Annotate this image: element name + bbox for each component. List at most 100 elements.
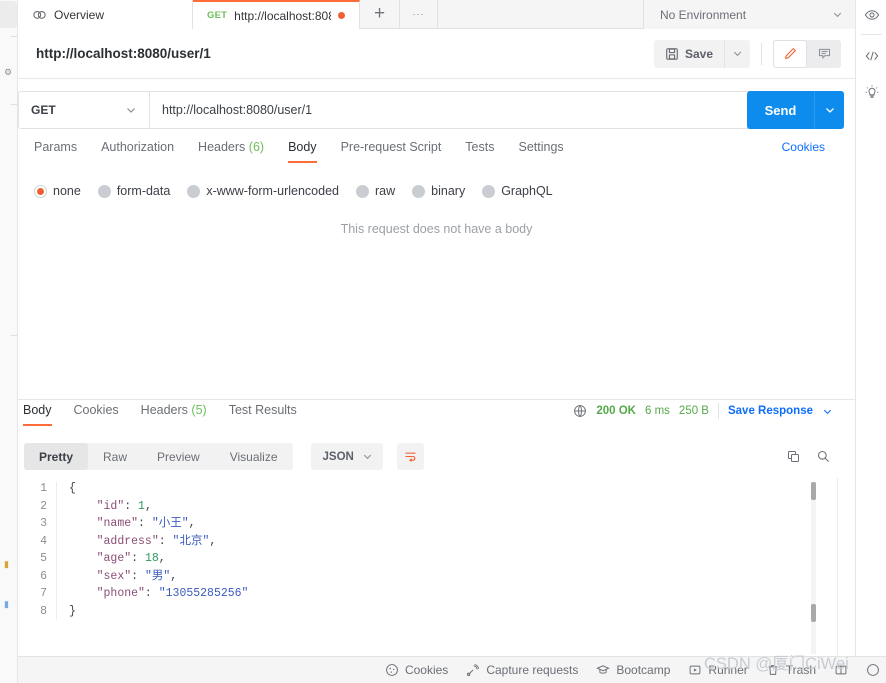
send-options-button[interactable]	[814, 91, 844, 129]
tab-request-label: http://localhost:8080/u	[234, 8, 331, 23]
response-tab-test-results[interactable]: Test Results	[218, 403, 308, 426]
save-group: Save	[653, 39, 750, 68]
search-response-button[interactable]	[808, 443, 838, 470]
response-tab-body[interactable]: Body	[18, 403, 63, 426]
bulb-icon[interactable]	[856, 80, 886, 104]
line-number-gutter: 1 2 3 4 5 6 7 8	[24, 480, 56, 620]
sidebar-collapsed-tab[interactable]	[0, 1, 17, 28]
body-option-graphql[interactable]: GraphQL	[482, 184, 553, 198]
body-option-binary[interactable]: binary	[412, 184, 465, 198]
request-title[interactable]: http://localhost:8080/user/1	[36, 46, 211, 61]
tab-pre-request-script[interactable]: Pre-request Script	[329, 140, 454, 163]
graduation-cap-icon	[596, 663, 611, 677]
tab-overview[interactable]: Overview	[18, 0, 193, 29]
status-cookies-button[interactable]: Cookies	[385, 663, 448, 677]
response-scrollbar-track[interactable]	[811, 482, 816, 654]
save-options-button[interactable]	[724, 39, 750, 68]
comment-icon	[817, 46, 832, 61]
chevron-down-icon	[125, 104, 137, 116]
tab-authorization[interactable]: Authorization	[89, 140, 186, 163]
response-body-viewer[interactable]: 1 2 3 4 5 6 7 8 { "id": 1, "name": "小王", "addre…	[24, 480, 837, 655]
save-response-button[interactable]: Save Response	[728, 405, 813, 417]
save-button[interactable]: Save	[653, 39, 724, 68]
response-tab-cookies[interactable]: Cookies	[63, 403, 130, 426]
edit-mode-button[interactable]	[773, 39, 807, 68]
send-group: Send	[747, 91, 844, 129]
tab-tests[interactable]: Tests	[453, 140, 506, 163]
response-time: 6 ms	[645, 405, 670, 417]
view-mode-raw[interactable]: Raw	[88, 443, 142, 470]
body-option-form-data[interactable]: form-data	[97, 184, 170, 198]
search-icon	[816, 449, 831, 464]
response-tab-headers[interactable]: Headers (5)	[130, 403, 218, 426]
environment-selector[interactable]: No Environment	[643, 0, 855, 29]
two-pane-icon	[834, 663, 848, 677]
body-option-binary-label: binary	[431, 184, 466, 198]
response-view-toolbar: Pretty Raw Preview Visualize JSON	[24, 442, 854, 471]
status-help-button[interactable]	[866, 663, 880, 677]
code-line: }	[69, 604, 76, 618]
tab-settings[interactable]: Settings	[506, 140, 575, 163]
tab-request-method: GET	[207, 10, 228, 21]
trash-icon	[766, 663, 780, 677]
status-trash-label: Trash	[785, 663, 816, 677]
http-method-label: GET	[31, 103, 56, 117]
wrap-lines-button[interactable]	[396, 443, 424, 470]
request-header-bar: http://localhost:8080/user/1 Save	[18, 29, 855, 79]
body-option-urlencoded[interactable]: x-www-form-urlencoded	[187, 184, 339, 198]
copy-response-button[interactable]	[778, 443, 808, 470]
response-scrollbar-thumb[interactable]	[811, 482, 816, 500]
gear-icon[interactable]: ⚙	[4, 68, 12, 77]
response-tab-headers-count: (5)	[191, 403, 207, 417]
tab-params-label: Params	[34, 140, 78, 154]
divider	[717, 403, 719, 419]
divider	[11, 36, 17, 37]
status-runner-button[interactable]: Runner	[688, 663, 748, 677]
view-toggle-group	[773, 39, 841, 68]
status-two-pane-button[interactable]	[834, 663, 848, 677]
eye-icon[interactable]	[856, 3, 886, 27]
body-option-none[interactable]: none	[34, 184, 81, 198]
tab-params[interactable]: Params	[18, 140, 89, 163]
folder-icon[interactable]: ▮	[4, 560, 9, 569]
status-capture-requests-button[interactable]: Capture requests	[466, 663, 578, 677]
view-mode-visualize[interactable]: Visualize	[215, 443, 293, 470]
file-icon[interactable]: ▮	[4, 600, 9, 609]
cookies-link[interactable]: Cookies	[782, 140, 825, 154]
pencil-icon	[783, 46, 798, 61]
satellite-icon	[466, 663, 480, 677]
status-trash-button[interactable]: Trash	[766, 663, 816, 677]
http-method-selector[interactable]: GET	[18, 91, 149, 129]
line-number: 4	[40, 534, 47, 548]
tab-headers[interactable]: Headers (6)	[186, 140, 276, 163]
line-number: 3	[40, 517, 47, 530]
tab-body[interactable]: Body	[276, 140, 329, 163]
view-mode-preview[interactable]: Preview	[142, 443, 215, 470]
response-scrollbar-thumb-secondary[interactable]	[811, 604, 816, 622]
send-button[interactable]: Send	[747, 91, 814, 129]
chevron-down-icon	[362, 451, 373, 462]
tab-options-button[interactable]: ···	[400, 0, 438, 28]
overview-rings-icon	[32, 7, 47, 22]
tab-request[interactable]: GET http://localhost:8080/u	[193, 0, 360, 29]
line-number: 7	[40, 587, 47, 600]
play-box-icon	[688, 663, 702, 677]
line-number: 6	[40, 569, 47, 583]
new-tab-button[interactable]: +	[360, 0, 400, 28]
view-mode-pretty[interactable]: Pretty	[24, 443, 89, 470]
response-tab-cookies-label: Cookies	[73, 403, 119, 417]
chevron-down-icon[interactable]	[822, 406, 833, 417]
status-runner-label: Runner	[708, 663, 748, 677]
comment-mode-button[interactable]	[807, 40, 841, 68]
url-input[interactable]: http://localhost:8080/user/1	[149, 91, 778, 129]
request-tabs: Params Authorization Headers (6) Body Pr…	[18, 140, 855, 170]
response-format-selector[interactable]: JSON	[310, 443, 383, 470]
status-bootcamp-button[interactable]: Bootcamp	[596, 663, 670, 677]
radio-icon	[187, 184, 201, 198]
response-format-label: JSON	[322, 450, 354, 463]
response-meta: 200 OK 6 ms 250 B Save Response	[573, 403, 855, 419]
globe-icon[interactable]	[573, 404, 587, 418]
radio-icon	[482, 184, 496, 198]
code-icon[interactable]	[856, 44, 886, 68]
body-option-raw[interactable]: raw	[356, 184, 395, 198]
